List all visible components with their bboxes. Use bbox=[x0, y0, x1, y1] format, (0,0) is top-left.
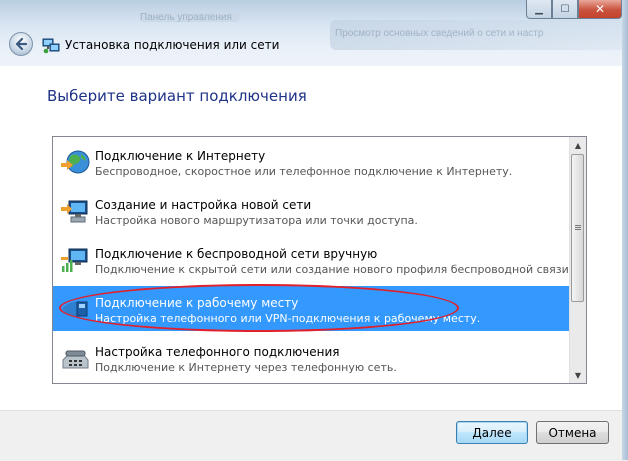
close-button[interactable]: ✕ bbox=[578, 0, 622, 19]
option-title: Подключение к Интернету bbox=[95, 149, 266, 163]
scrollbar-grip bbox=[575, 229, 581, 230]
option-description: Настройка нового маршрутизатора или точк… bbox=[95, 214, 418, 227]
scrollbar-grip bbox=[575, 225, 581, 226]
option-internet[interactable]: Подключение к Интернету Беспроводное, ск… bbox=[53, 139, 573, 184]
dialog-footer bbox=[0, 410, 628, 461]
option-wireless-manual[interactable]: Подключение к беспроводной сети вручную … bbox=[53, 237, 573, 282]
new-network-icon bbox=[61, 200, 88, 223]
caption-buttons: ▁ ☐ ✕ bbox=[526, 0, 622, 20]
network-setup-icon bbox=[42, 38, 60, 54]
option-title: Создание и настройка новой сети bbox=[95, 198, 312, 212]
background-window-text: Просмотр основных сведений о сети и наст… bbox=[335, 28, 544, 39]
option-dialup[interactable]: Настройка телефонного подключения Подклю… bbox=[53, 335, 573, 380]
close-icon: ✕ bbox=[594, 2, 606, 16]
scrollbar-thumb[interactable] bbox=[571, 154, 584, 302]
scroll-up-arrow-icon[interactable]: ▲ bbox=[570, 137, 586, 153]
back-button[interactable] bbox=[9, 32, 33, 56]
option-description: Подключение к Интернету через телефонную… bbox=[95, 361, 397, 374]
cancel-button[interactable]: Отмена bbox=[536, 421, 609, 444]
globe-network-icon bbox=[61, 150, 90, 174]
option-title: Настройка телефонного подключения bbox=[95, 345, 340, 359]
background-window-text: Панель управления bbox=[140, 12, 232, 23]
connection-options-list[interactable]: Подключение к Интернету Беспроводное, ск… bbox=[52, 136, 587, 384]
option-title: Подключение к беспроводной сети вручную bbox=[95, 247, 378, 261]
vertical-scrollbar[interactable]: ▲ ▼ bbox=[569, 137, 586, 383]
window-frame bbox=[622, 0, 628, 460]
scroll-down-arrow-icon[interactable]: ▼ bbox=[570, 367, 586, 383]
option-description: Беспроводное, скоростное или телефонное … bbox=[95, 165, 513, 178]
highlight-annotation bbox=[59, 284, 459, 332]
dialup-phone-icon bbox=[62, 350, 89, 369]
option-new-network[interactable]: Создание и настройка новой сети Настройк… bbox=[53, 188, 573, 233]
minimize-button[interactable]: ▁ bbox=[526, 0, 552, 19]
page-heading: Выберите вариант подключения bbox=[47, 87, 307, 105]
wireless-network-icon bbox=[61, 248, 88, 272]
window-title: Установка подключения или сети bbox=[65, 38, 280, 52]
option-description: Подключение к скрытой сети или создание … bbox=[95, 263, 573, 276]
arrow-left-icon bbox=[15, 37, 28, 51]
maximize-icon: ☐ bbox=[560, 3, 570, 15]
maximize-button[interactable]: ☐ bbox=[552, 0, 578, 19]
minimize-icon: ▁ bbox=[535, 3, 543, 15]
next-button[interactable]: Далее bbox=[456, 421, 528, 444]
scrollbar-grip bbox=[575, 227, 581, 228]
